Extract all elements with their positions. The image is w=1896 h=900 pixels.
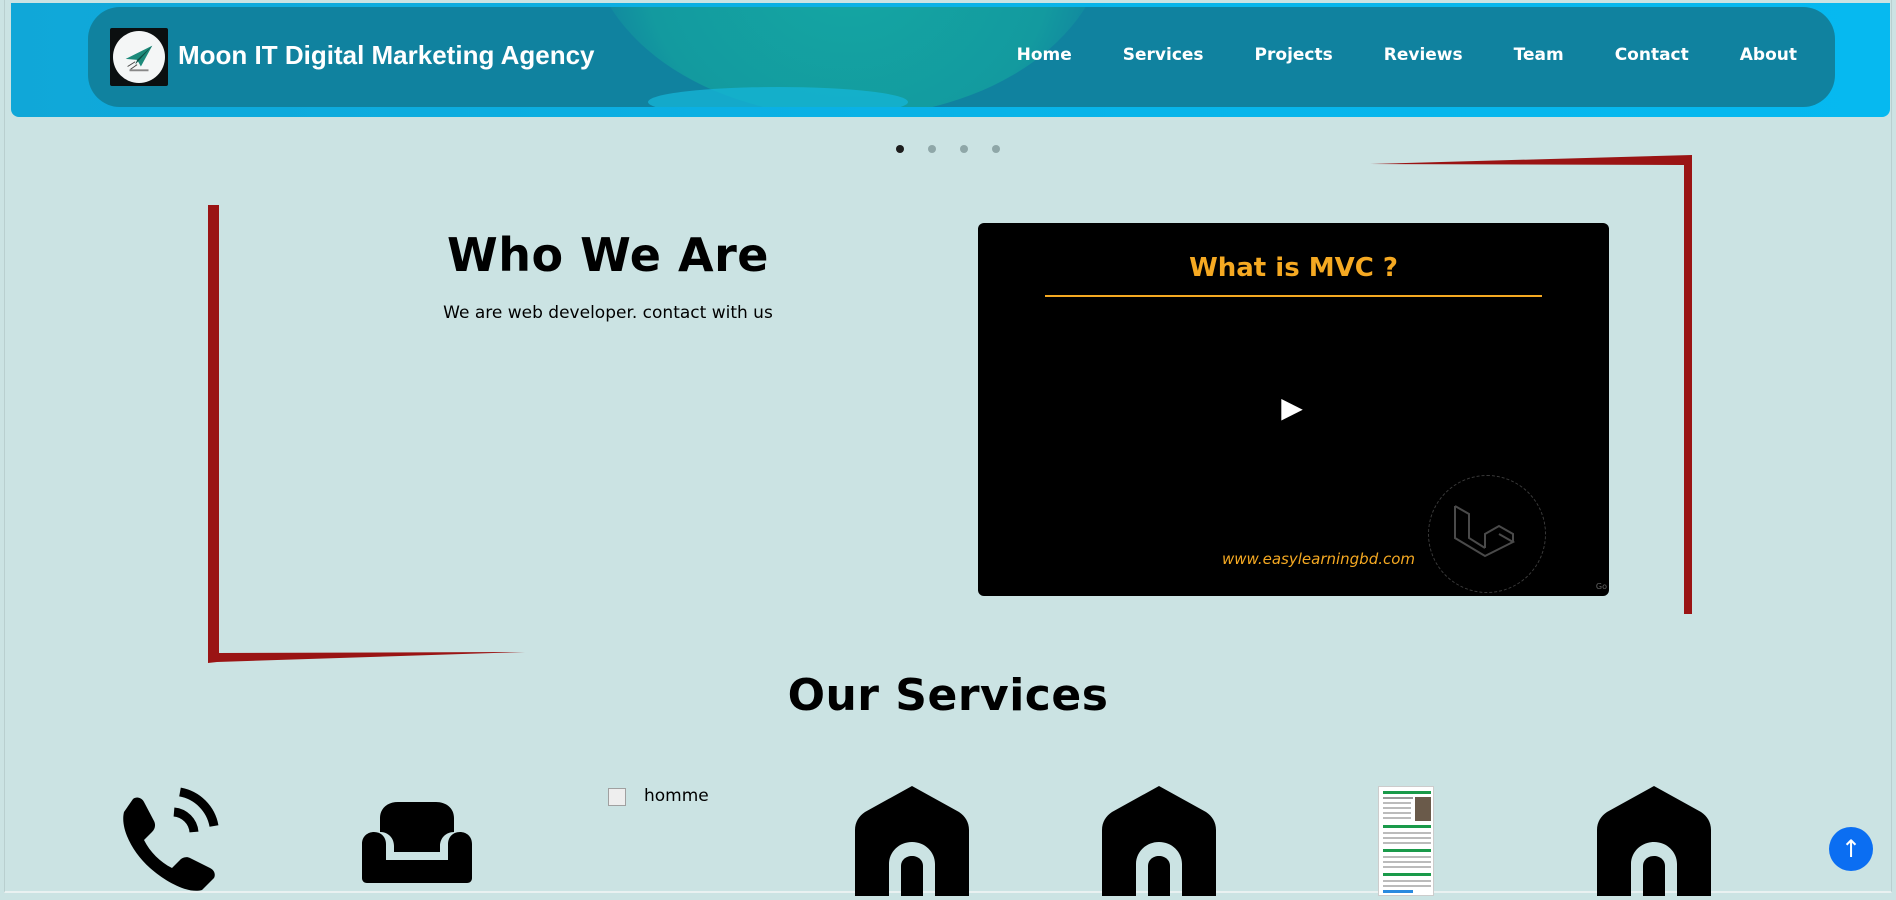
carousel-dot-1[interactable] — [896, 145, 904, 153]
carousel-dot-3[interactable] — [960, 145, 968, 153]
brand-name[interactable]: Moon IT Digital Marketing Agency — [178, 40, 595, 71]
service-item-house-3[interactable] — [1597, 786, 1711, 900]
video-url: www.easylearningbd.com — [1222, 550, 1416, 568]
service-item-house-1[interactable] — [855, 786, 969, 900]
service-image-alt: homme — [644, 786, 709, 806]
service-item-phone[interactable] — [110, 786, 230, 900]
brand-logo[interactable] — [110, 28, 168, 86]
house-icon — [855, 786, 969, 896]
play-icon[interactable]: ▶ — [1275, 391, 1309, 425]
nav-reviews[interactable]: Reviews — [1384, 45, 1463, 65]
nav-about[interactable]: About — [1740, 45, 1797, 65]
service-item-couch[interactable] — [360, 800, 474, 888]
laravel-logo-icon — [1428, 475, 1546, 593]
about-text: We are web developer. contact with us — [443, 303, 773, 323]
service-item-document[interactable] — [1378, 786, 1434, 896]
service-item-house-2[interactable] — [1102, 786, 1216, 900]
video-title: What is MVC ? — [1189, 253, 1398, 283]
video-player[interactable]: What is MVC ? ▶ www.easylearningbd.com G… — [978, 223, 1609, 596]
document-thumbnail-icon — [1378, 786, 1434, 896]
arrow-up-icon: ↑ — [1840, 835, 1862, 863]
service-item-broken-image[interactable]: homme — [608, 786, 709, 806]
carousel-indicators — [896, 145, 1000, 153]
phone-icon — [123, 787, 219, 891]
nav-contact[interactable]: Contact — [1615, 45, 1689, 65]
nav-projects[interactable]: Projects — [1255, 45, 1333, 65]
paper-plane-logo-icon — [113, 31, 165, 83]
couch-icon — [362, 802, 472, 883]
carousel-dot-4[interactable] — [992, 145, 1000, 153]
services-title: Our Services — [787, 670, 1109, 721]
broken-image-icon — [608, 788, 626, 806]
about-title: Who We Are — [447, 228, 769, 282]
house-icon — [1102, 786, 1216, 896]
navbar: Moon IT Digital Marketing Agency Home Se… — [88, 7, 1835, 107]
nav-menu: Home Services Projects Reviews Team Cont… — [966, 45, 1797, 65]
nav-team[interactable]: Team — [1514, 45, 1564, 65]
nav-home[interactable]: Home — [1017, 45, 1072, 65]
video-watermark-corner: Go — [1595, 582, 1607, 591]
carousel-dot-2[interactable] — [928, 145, 936, 153]
house-icon — [1597, 786, 1711, 896]
header: Moon IT Digital Marketing Agency Home Se… — [11, 3, 1890, 117]
nav-services[interactable]: Services — [1123, 45, 1204, 65]
back-to-top-button[interactable]: ↑ — [1829, 827, 1873, 871]
video-title-underline — [1045, 295, 1542, 297]
